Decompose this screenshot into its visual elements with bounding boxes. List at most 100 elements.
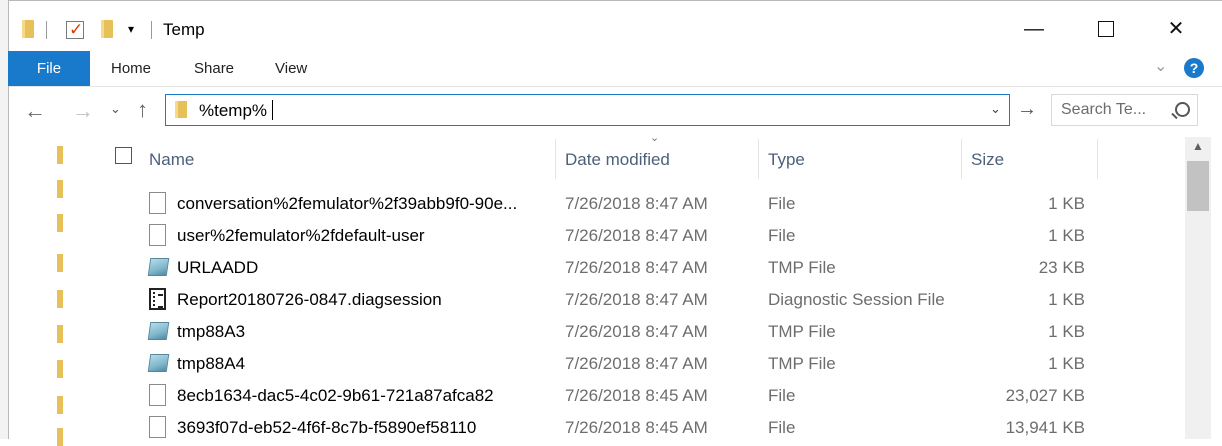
scroll-up-button[interactable]: ▲ xyxy=(1185,139,1211,153)
column-divider[interactable] xyxy=(555,139,556,179)
maximize-icon xyxy=(1098,21,1114,37)
tab-share[interactable]: Share xyxy=(194,60,234,77)
file-name: user%2femulator%2fdefault-user xyxy=(177,226,425,245)
file-size: 1 KB xyxy=(1048,354,1085,373)
back-button[interactable]: ← xyxy=(24,98,46,124)
file-size: 23,027 KB xyxy=(1005,386,1085,405)
nav-pane-folder-icon[interactable] xyxy=(57,325,63,343)
file-type: TMP File xyxy=(768,322,836,341)
file-date: 7/26/2018 8:45 AM xyxy=(565,418,708,437)
nav-pane-folder-icon[interactable] xyxy=(57,254,63,272)
window-title: Temp xyxy=(163,20,205,39)
nav-pane-folder-icon[interactable] xyxy=(57,214,63,232)
forward-button[interactable]: → xyxy=(72,98,94,124)
column-header-date-modified[interactable]: Date modified xyxy=(565,150,670,170)
address-input[interactable]: %temp% xyxy=(199,101,267,121)
file-row[interactable]: Report20180726-0847.diagsession 7/26/201… xyxy=(100,284,1180,316)
column-divider[interactable] xyxy=(1097,139,1098,179)
file-date: 7/26/2018 8:47 AM xyxy=(565,354,708,373)
file-type: TMP File xyxy=(768,354,836,373)
file-type: File xyxy=(768,226,796,245)
new-folder-icon[interactable] xyxy=(101,20,113,38)
file-type: TMP File xyxy=(768,258,836,277)
search-icon[interactable] xyxy=(1171,101,1190,120)
file-date: 7/26/2018 8:47 AM xyxy=(565,194,708,213)
address-bar[interactable]: %temp% ⌄ xyxy=(165,94,1010,126)
file-type: Diagnostic Session File xyxy=(768,290,945,309)
help-icon[interactable]: ? xyxy=(1184,58,1204,78)
nav-pane-folder-icon[interactable] xyxy=(57,290,63,308)
file-name: tmp88A3 xyxy=(177,322,246,341)
folder-icon[interactable] xyxy=(22,20,34,38)
file-row[interactable]: URLAADD 7/26/2018 8:47 AM TMP File 23 KB xyxy=(100,252,1180,284)
file-name: Report20180726-0847.diagsession xyxy=(177,290,442,309)
file-name: conversation%2femulator%2f39abb9f0-90e..… xyxy=(177,194,518,213)
file-name: URLAADD xyxy=(177,258,259,277)
file-date: 7/26/2018 8:45 AM xyxy=(565,386,708,405)
nav-pane-folder-icon[interactable] xyxy=(57,360,63,378)
file-row[interactable]: 3693f07d-eb52-4f6f-8c7b-f5890ef58110 7/2… xyxy=(100,412,1180,444)
search-box[interactable]: Search Te... xyxy=(1051,94,1198,126)
column-header-name[interactable]: Name xyxy=(149,150,194,170)
search-input[interactable]: Search Te... xyxy=(1061,101,1146,119)
expand-ribbon-icon[interactable]: ⌄ xyxy=(1154,56,1167,76)
file-date: 7/26/2018 8:47 AM xyxy=(565,226,708,245)
file-name: tmp88A4 xyxy=(177,354,246,373)
tab-home[interactable]: Home xyxy=(111,60,151,77)
file-row[interactable]: 8ecb1634-dac5-4c02-9b61-721a87afca82 7/2… xyxy=(100,380,1180,412)
file-name: 8ecb1634-dac5-4c02-9b61-721a87afca82 xyxy=(177,386,494,405)
file-size: 1 KB xyxy=(1048,290,1085,309)
file-size: 1 KB xyxy=(1048,194,1085,213)
file-type: File xyxy=(768,418,796,437)
tmp-file-icon xyxy=(147,322,170,340)
customize-quick-access-button[interactable]: ▾ xyxy=(128,22,134,36)
file-row[interactable]: conversation%2femulator%2f39abb9f0-90e..… xyxy=(100,188,1180,220)
close-button[interactable]: ✕ xyxy=(1153,14,1199,44)
recent-locations-button[interactable]: ⌄ xyxy=(110,101,121,117)
minimize-button[interactable]: — xyxy=(1011,14,1057,44)
tmp-file-icon xyxy=(147,354,170,372)
file-size: 23 KB xyxy=(1038,258,1085,277)
file-size: 1 KB xyxy=(1048,226,1085,245)
file-icon xyxy=(149,416,166,438)
up-button[interactable]: ↑ xyxy=(137,97,148,123)
file-date: 7/26/2018 8:47 AM xyxy=(565,258,708,277)
file-type: File xyxy=(768,194,796,213)
column-header-size[interactable]: Size xyxy=(971,150,1004,170)
file-icon xyxy=(149,224,166,246)
column-divider[interactable] xyxy=(961,139,962,179)
file-date: 7/26/2018 8:47 AM xyxy=(565,322,708,341)
nav-pane-folder-icon[interactable] xyxy=(57,428,63,446)
sort-indicator-icon: ⌄ xyxy=(650,132,660,144)
nav-pane-folder-icon[interactable] xyxy=(57,146,63,164)
tab-view[interactable]: View xyxy=(275,60,307,77)
properties-icon[interactable]: ✓ xyxy=(66,21,84,39)
address-dropdown-button[interactable]: ⌄ xyxy=(990,101,1001,117)
ribbon-tabs xyxy=(9,51,1222,86)
file-row[interactable]: tmp88A4 7/26/2018 8:47 AM TMP File 1 KB xyxy=(100,348,1180,380)
go-button[interactable]: → xyxy=(1017,98,1037,121)
column-header-type[interactable]: Type xyxy=(768,150,805,170)
scrollbar-thumb[interactable] xyxy=(1187,161,1209,211)
maximize-button[interactable] xyxy=(1082,14,1128,44)
diagsession-file-icon xyxy=(149,288,166,310)
tmp-file-icon xyxy=(147,258,170,276)
file-row[interactable]: tmp88A3 7/26/2018 8:47 AM TMP File 1 KB xyxy=(100,316,1180,348)
toolbar-separator xyxy=(151,21,152,39)
ribbon-divider xyxy=(9,86,1222,87)
nav-pane-folder-icon[interactable] xyxy=(57,180,63,198)
tab-file[interactable]: File xyxy=(8,51,90,86)
file-name: 3693f07d-eb52-4f6f-8c7b-f5890ef58110 xyxy=(177,418,477,437)
text-cursor xyxy=(272,100,273,120)
column-divider[interactable] xyxy=(758,139,759,179)
nav-pane-folder-icon[interactable] xyxy=(57,396,63,414)
file-date: 7/26/2018 8:47 AM xyxy=(565,290,708,309)
folder-icon xyxy=(175,101,187,118)
toolbar-separator xyxy=(46,21,47,39)
file-row[interactable]: user%2femulator%2fdefault-user 7/26/2018… xyxy=(100,220,1180,252)
file-icon xyxy=(149,192,166,214)
file-icon xyxy=(149,384,166,406)
select-all-checkbox[interactable] xyxy=(115,147,132,164)
file-size: 13,941 KB xyxy=(1005,418,1085,437)
file-type: File xyxy=(768,386,796,405)
